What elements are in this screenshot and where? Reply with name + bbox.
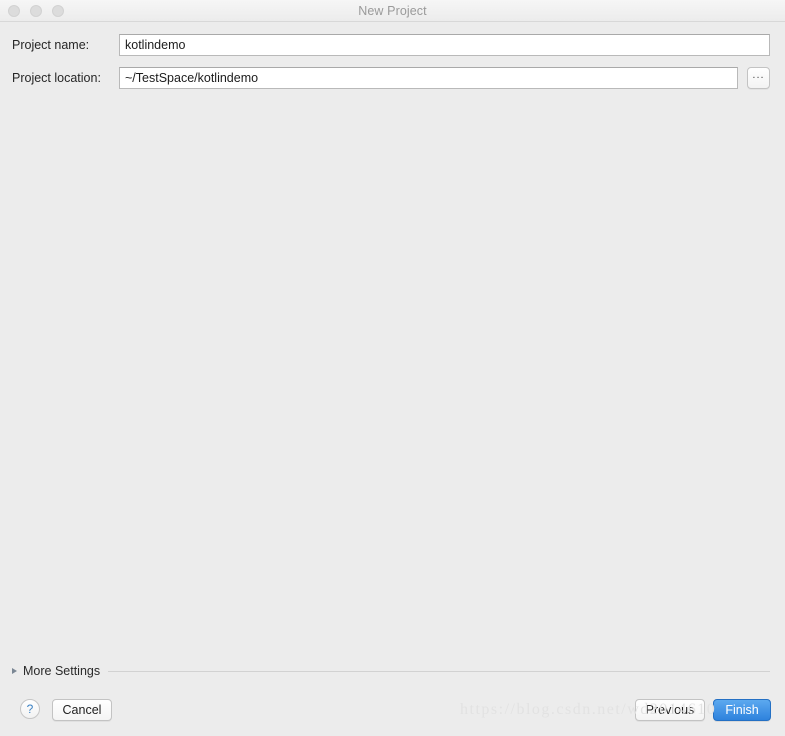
dialog-button-bar: ? Cancel Previous Finish bbox=[0, 690, 785, 736]
browse-folder-button[interactable]: ... bbox=[747, 67, 770, 89]
project-name-label: Project name: bbox=[12, 38, 90, 52]
finish-button[interactable]: Finish bbox=[713, 699, 771, 721]
more-settings-label[interactable]: More Settings bbox=[23, 662, 100, 680]
project-name-input[interactable] bbox=[119, 34, 770, 56]
help-button[interactable]: ? bbox=[20, 699, 40, 719]
ellipsis-icon: ... bbox=[752, 69, 765, 81]
new-project-dialog: New Project Project name: Project locati… bbox=[0, 0, 785, 736]
project-location-label: Project location: bbox=[12, 71, 101, 85]
chevron-right-icon[interactable] bbox=[12, 668, 17, 674]
title-bar: New Project bbox=[0, 0, 785, 22]
project-name-row: Project name: bbox=[0, 34, 785, 56]
previous-button[interactable]: Previous bbox=[635, 699, 705, 721]
project-location-input[interactable] bbox=[119, 67, 738, 89]
cancel-button[interactable]: Cancel bbox=[52, 699, 112, 721]
divider bbox=[108, 671, 770, 672]
more-settings-row[interactable]: More Settings bbox=[0, 662, 785, 680]
project-location-row: Project location: ... bbox=[0, 67, 785, 89]
window-title: New Project bbox=[358, 4, 427, 18]
